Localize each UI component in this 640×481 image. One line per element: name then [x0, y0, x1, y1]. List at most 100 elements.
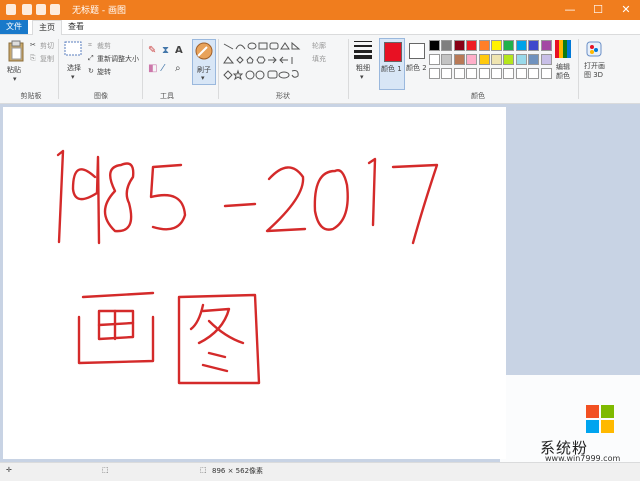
cut-icon[interactable]: ✂ — [30, 41, 36, 49]
selection-size-icon: ⬚ — [102, 466, 109, 474]
canvas-drawing — [56, 149, 439, 385]
close-button[interactable]: ✕ — [612, 0, 640, 20]
rotate-icon[interactable]: ↻ — [88, 67, 94, 75]
paint3d-button[interactable]: 打开画图 3D — [584, 62, 606, 80]
windows-logo — [586, 405, 614, 433]
palette-swatch[interactable] — [478, 54, 490, 65]
cut-button[interactable]: 剪切 — [40, 41, 54, 51]
clipboard-group-label: 剪贴板 — [20, 92, 42, 100]
maximize-button[interactable]: ☐ — [584, 0, 612, 20]
paste-button[interactable]: 粘贴 — [7, 65, 21, 75]
ribbon-tabs: 文件 主页 查看 — [0, 20, 640, 35]
eraser-icon[interactable]: ◧ — [148, 63, 157, 74]
window-title: 无标题 - 画图 — [72, 6, 126, 16]
palette-swatch[interactable] — [453, 54, 465, 65]
color-picker-icon[interactable]: ⁄ — [162, 63, 164, 74]
resize-button[interactable]: 重新调整大小 — [97, 54, 139, 64]
save-icon[interactable] — [22, 4, 32, 15]
shapes-gallery[interactable] — [222, 41, 304, 81]
colors-group-label: 颜色 — [471, 92, 485, 100]
palette-swatch[interactable] — [478, 68, 490, 79]
color-palette — [429, 40, 553, 84]
size-icon[interactable] — [354, 41, 372, 59]
palette-swatch[interactable] — [503, 68, 515, 79]
select-button[interactable]: 选择 — [67, 63, 81, 73]
palette-swatch[interactable] — [515, 68, 527, 79]
tools-group-label: 工具 — [160, 92, 174, 100]
shapes-group-label: 形状 — [276, 92, 290, 100]
title-bar: 无标题 - 画图 — ☐ ✕ — [0, 0, 640, 20]
palette-swatch[interactable] — [441, 40, 453, 51]
paint3d-icon[interactable] — [586, 41, 602, 57]
canvas-size-icon: ⬚ — [200, 466, 207, 474]
palette-swatch[interactable] — [540, 68, 552, 79]
divider — [218, 39, 219, 99]
divider — [58, 39, 59, 99]
ribbon: 粘贴 ▾ ✂ 剪切 ⎘ 复制 剪贴板 选择 ▾ ⌗ 裁剪 ⤢ 重新调整大小 ↻ … — [0, 35, 640, 104]
pencil-icon[interactable]: ✎ — [148, 45, 156, 56]
palette-swatch[interactable] — [503, 40, 515, 51]
select-icon[interactable] — [64, 41, 82, 57]
brush-icon — [195, 42, 213, 60]
palette-swatch[interactable] — [441, 54, 453, 65]
palette-swatch[interactable] — [491, 40, 502, 51]
palette-swatch[interactable] — [515, 40, 527, 51]
color1-swatch — [384, 42, 402, 62]
palette-swatch[interactable] — [540, 54, 552, 65]
brush-button[interactable]: 刷子 ▾ — [192, 39, 216, 85]
resize-icon[interactable]: ⤢ — [88, 54, 94, 63]
palette-swatch[interactable] — [515, 54, 527, 65]
palette-swatch[interactable] — [491, 68, 502, 79]
copy-icon[interactable]: ⎘ — [30, 54, 36, 63]
palette-swatch[interactable] — [453, 68, 465, 79]
tab-home[interactable]: 主页 — [32, 20, 62, 35]
edit-colors-button[interactable]: 编辑颜色 — [556, 63, 574, 81]
palette-swatch[interactable] — [528, 40, 540, 51]
palette-swatch[interactable] — [466, 54, 478, 65]
outline-button[interactable]: 轮廓 — [312, 41, 326, 51]
palette-swatch[interactable] — [528, 54, 540, 65]
status-bar: ✛ ⬚ ⬚ 896 × 562像素 — [0, 462, 640, 481]
palette-swatch[interactable] — [466, 40, 478, 51]
palette-swatch[interactable] — [429, 54, 440, 65]
palette-swatch[interactable] — [429, 68, 440, 79]
edit-colors-icon[interactable] — [555, 40, 573, 58]
minimize-button[interactable]: — — [556, 0, 584, 20]
palette-swatch[interactable] — [478, 40, 490, 51]
magnifier-icon[interactable]: ⌕ — [175, 63, 181, 74]
crop-button[interactable]: 裁剪 — [97, 41, 111, 51]
redo-icon[interactable] — [50, 4, 60, 15]
divider — [348, 39, 349, 99]
palette-swatch[interactable] — [528, 68, 540, 79]
fill-icon[interactable]: ⧗ — [162, 45, 169, 56]
cursor-position-icon: ✛ — [6, 466, 12, 474]
rotate-button[interactable]: 旋转 — [97, 67, 111, 77]
color2-swatch — [409, 43, 425, 59]
paste-icon[interactable] — [8, 40, 24, 62]
palette-swatch[interactable] — [453, 40, 465, 51]
drawing-canvas[interactable] — [3, 107, 506, 459]
palette-swatch[interactable] — [540, 40, 552, 51]
palette-swatch[interactable] — [441, 68, 453, 79]
crop-icon[interactable]: ⌗ — [88, 41, 92, 50]
app-icon — [6, 4, 16, 15]
tab-view[interactable]: 查看 — [62, 20, 90, 34]
fill-button[interactable]: 填充 — [312, 54, 326, 64]
palette-swatch[interactable] — [503, 54, 515, 65]
canvas-dimensions: 896 × 562像素 — [212, 467, 264, 475]
palette-swatch[interactable] — [466, 68, 478, 79]
palette-swatch[interactable] — [491, 54, 502, 65]
tab-file[interactable]: 文件 — [0, 20, 28, 34]
color2-button[interactable]: 颜色 2 — [406, 38, 428, 88]
size-button[interactable]: 粗细 — [356, 63, 370, 73]
undo-icon[interactable] — [36, 4, 46, 15]
palette-swatch[interactable] — [429, 40, 440, 51]
color1-button[interactable]: 颜色 1 — [379, 38, 405, 90]
divider — [142, 39, 143, 99]
image-group-label: 图像 — [94, 92, 108, 100]
copy-button[interactable]: 复制 — [40, 54, 54, 64]
divider — [578, 39, 579, 99]
color2-label: 颜色 2 — [406, 64, 427, 72]
color1-label: 颜色 1 — [381, 65, 402, 73]
text-tool-icon[interactable]: A — [175, 45, 183, 56]
